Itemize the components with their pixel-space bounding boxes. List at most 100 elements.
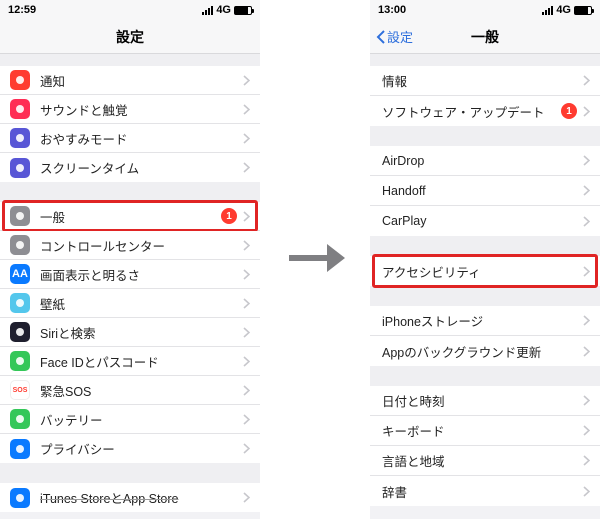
- chevron-right-icon: [243, 492, 250, 503]
- settings-row-lang[interactable]: 言語と地域: [370, 446, 600, 476]
- chevron-right-icon: [583, 315, 590, 326]
- gear-icon: [10, 206, 30, 226]
- chevron-right-icon: [243, 327, 250, 338]
- row-label: サウンドと触覚: [40, 100, 243, 119]
- faceid-icon: [10, 351, 30, 371]
- section-separator: [0, 182, 260, 202]
- settings-row-itunes[interactable]: iTunes StoreとApp Store: [0, 483, 260, 512]
- status-time: 13:00: [378, 4, 406, 16]
- settings-row-swupdate[interactable]: ソフトウェア・アップデート1: [370, 96, 600, 126]
- chevron-right-icon: [243, 133, 250, 144]
- signal-icon: [202, 6, 213, 15]
- battery-icon: [574, 6, 592, 15]
- chevron-right-icon: [583, 185, 590, 196]
- hand-icon: [10, 439, 30, 459]
- settings-row-iphonestorage[interactable]: iPhoneストレージ: [370, 306, 600, 336]
- row-label: 通知: [40, 71, 243, 90]
- settings-row-sounds[interactable]: サウンドと触覚: [0, 95, 260, 124]
- arrow-right-icon: [285, 238, 345, 281]
- settings-list-right[interactable]: 情報ソフトウェア・アップデート1 AirDrop Handoff CarPlay アクセ…: [370, 54, 600, 506]
- status-network: 4G: [216, 4, 231, 16]
- chevron-right-icon: [243, 356, 250, 367]
- chevron-right-icon: [583, 425, 590, 436]
- row-label: 情報: [382, 71, 583, 90]
- back-button[interactable]: 設定: [376, 20, 413, 53]
- row-label: Appのバックグラウンド更新: [382, 342, 583, 361]
- battery-icon: [234, 6, 252, 15]
- settings-row-wallpaper[interactable]: 壁紙: [0, 289, 260, 318]
- status-network: 4G: [556, 4, 571, 16]
- settings-row-notifications[interactable]: 通知: [0, 66, 260, 95]
- row-label: AirDrop: [382, 154, 583, 168]
- settings-row-screentime[interactable]: スクリーンタイム: [0, 153, 260, 182]
- settings-row-bgrefresh[interactable]: Appのバックグラウンド更新: [370, 336, 600, 366]
- settings-row-privacy[interactable]: プライバシー: [0, 434, 260, 463]
- chevron-right-icon: [243, 443, 250, 454]
- row-label: Siriと検索: [40, 323, 243, 342]
- settings-row-datetime[interactable]: 日付と時刻: [370, 386, 600, 416]
- chevron-right-icon: [583, 106, 590, 117]
- general-screen: 13:00 4G 設定 一般 情報ソフトウェア・アップデート1 AirDrop Ha…: [370, 0, 600, 519]
- moon-icon: [10, 128, 30, 148]
- status-time: 12:59: [8, 4, 36, 16]
- chevron-right-icon: [583, 346, 590, 357]
- row-label: ソフトウェア・アップデート: [382, 102, 561, 121]
- chevron-right-icon: [243, 385, 250, 396]
- settings-row-carplay[interactable]: CarPlay: [370, 206, 600, 236]
- section-separator: [370, 286, 600, 306]
- settings-row-about[interactable]: 情報: [370, 66, 600, 96]
- row-label: Face IDとパスコード: [40, 352, 243, 371]
- chevron-right-icon: [583, 155, 590, 166]
- chevron-right-icon: [243, 104, 250, 115]
- row-label: コントロールセンター: [40, 236, 243, 255]
- display-icon: AA: [10, 264, 30, 284]
- settings-list-left[interactable]: 通知サウンドと触覚おやすみモードスクリーンタイム一般1コントロールセンターAA画…: [0, 54, 260, 512]
- row-label: バッテリー: [40, 410, 243, 429]
- appstore-icon: [10, 488, 30, 508]
- row-label: 画面表示と明るさ: [40, 265, 243, 284]
- row-label: おやすみモード: [40, 129, 243, 148]
- sos-icon: SOS: [10, 380, 30, 400]
- section-separator: [370, 54, 600, 66]
- settings-row-dnd[interactable]: おやすみモード: [0, 124, 260, 153]
- row-label: キーボード: [382, 421, 583, 440]
- chevron-right-icon: [243, 298, 250, 309]
- nav-bar: 設定: [0, 20, 260, 54]
- section-separator: [0, 54, 260, 66]
- settings-row-battery[interactable]: バッテリー: [0, 405, 260, 434]
- row-label: スクリーンタイム: [40, 158, 243, 177]
- settings-row-faceid[interactable]: Face IDとパスコード: [0, 347, 260, 376]
- row-label: 一般: [40, 207, 221, 226]
- settings-row-keyboard[interactable]: キーボード: [370, 416, 600, 446]
- badge: 1: [561, 103, 577, 119]
- chevron-right-icon: [583, 486, 590, 497]
- settings-row-accessibility[interactable]: アクセシビリティ: [370, 256, 600, 286]
- section-separator: [370, 366, 600, 386]
- settings-row-display[interactable]: AA 画面表示と明るさ: [0, 260, 260, 289]
- chevron-right-icon: [243, 240, 250, 251]
- row-label: CarPlay: [382, 214, 583, 228]
- settings-row-dict[interactable]: 辞書: [370, 476, 600, 506]
- section-separator: [370, 236, 600, 256]
- row-label: iTunes StoreとApp Store: [40, 488, 243, 507]
- status-bar: 12:59 4G: [0, 0, 260, 20]
- chevron-right-icon: [243, 162, 250, 173]
- row-label: 日付と時刻: [382, 391, 583, 410]
- chevron-right-icon: [583, 216, 590, 227]
- back-label: 設定: [387, 27, 413, 46]
- settings-row-siri[interactable]: Siriと検索: [0, 318, 260, 347]
- page-title: 一般: [471, 27, 499, 47]
- transition-arrow: [260, 0, 370, 519]
- row-label: 壁紙: [40, 294, 243, 313]
- section-separator: [370, 126, 600, 146]
- row-label: 緊急SOS: [40, 381, 243, 400]
- row-label: Handoff: [382, 184, 583, 198]
- settings-row-handoff[interactable]: Handoff: [370, 176, 600, 206]
- settings-row-general[interactable]: 一般1: [0, 202, 260, 231]
- settings-row-airdrop[interactable]: AirDrop: [370, 146, 600, 176]
- settings-row-sos[interactable]: SOS 緊急SOS: [0, 376, 260, 405]
- badge: 1: [221, 208, 237, 224]
- chevron-right-icon: [243, 269, 250, 280]
- row-label: 言語と地域: [382, 451, 583, 470]
- settings-row-controlcenter[interactable]: コントロールセンター: [0, 231, 260, 260]
